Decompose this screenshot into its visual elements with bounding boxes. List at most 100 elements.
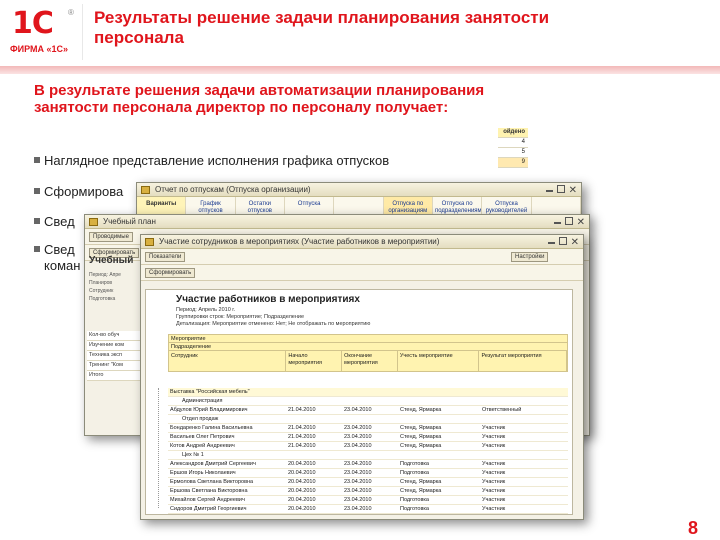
table-cell: 21.04.2010 (288, 434, 316, 440)
table-cell: Подготовка (400, 470, 429, 476)
bullet-item: Свед (34, 214, 75, 229)
maximize-icon[interactable] (559, 237, 567, 245)
window-titlebar[interactable]: Отчет по отпускам (Отпуска организации) … (137, 183, 581, 197)
header-cell-department: Подразделение (168, 342, 568, 350)
table-body: Выставка "Российская мебель" Администраци… (168, 388, 568, 515)
table-cell: Стенд, Ярмарка (400, 479, 442, 485)
table-cell: 23.04.2010 (344, 479, 372, 485)
window-icon (89, 218, 98, 226)
table-cell: Кол-во обуч (87, 331, 145, 341)
table-cell (342, 397, 398, 405)
close-icon[interactable]: ✕ (571, 236, 579, 249)
table-cell: Подготовка (400, 461, 429, 467)
table-cell: Бондаренко Галина Васильевна (170, 425, 253, 431)
completed-column: ойдено 4 5 9 (498, 128, 528, 168)
column-header: Результат мероприятия (479, 351, 568, 371)
conducted-button[interactable]: Проводимые (89, 232, 133, 242)
table-cell: Участник (482, 506, 506, 512)
table-cell: Ершов Игорь Николаевич (170, 470, 236, 476)
table-row[interactable]: Михайлов Сергей Андреевич 20.04.2010 23.04… (168, 496, 568, 505)
table-cell: Абдулов Юрий Владимирович (170, 407, 248, 413)
table-row[interactable]: Ершова Светлана Викторовна 20.04.2010 23.0… (168, 487, 568, 496)
table-row[interactable]: Абдулов Юрий Владимирович 21.04.2010 23.04… (168, 406, 568, 415)
table-header: Мероприятие Подразделение Сотрудник Нача… (168, 334, 568, 372)
table-cell: Стенд, Ярмарка (400, 443, 442, 449)
table-cell: Сидоров Дмитрий Георгиевич (170, 506, 247, 512)
group-row[interactable]: Цех № 1 (168, 451, 568, 460)
table-cell: 20.04.2010 (288, 470, 316, 476)
group-row[interactable]: Отдел продаж (168, 415, 568, 424)
table-cell (342, 415, 398, 423)
table-cell: Участник (482, 479, 506, 485)
settings-button[interactable]: Настройки (511, 252, 549, 262)
table-cell: Подготовка (400, 506, 429, 512)
window-toolbar: Показатели Настройки (141, 249, 583, 265)
table-cell (398, 397, 480, 405)
table-cell: Ершова Светлана Викторовна (170, 488, 248, 494)
table-row[interactable]: Бондаренко Галина Васильевна 21.04.2010 23… (168, 424, 568, 433)
close-icon[interactable]: ✕ (569, 184, 577, 197)
indicators-dropdown[interactable]: Показатели (145, 252, 186, 262)
window-titlebar[interactable]: Учебный план ✕ (85, 215, 589, 229)
minimize-icon[interactable] (554, 222, 561, 224)
training-row-labels: Кол-во обуч Изучение ком Техника эксп Тр… (87, 331, 145, 381)
window-title: Учебный план (103, 217, 156, 226)
bullet-marker (34, 217, 40, 224)
bullet-text: Свед (44, 242, 75, 257)
table-row[interactable]: Васильев Олег Петрович 21.04.2010 23.04.20… (168, 433, 568, 442)
table-cell (286, 388, 342, 396)
close-icon[interactable]: ✕ (577, 216, 585, 229)
maximize-icon[interactable] (557, 185, 565, 193)
table-cell (342, 388, 398, 396)
table-cell: 23.04.2010 (344, 497, 372, 503)
training-params: Период: Апре Планиров Сотрудник Подготов… (89, 271, 121, 303)
intro-text: В результате решения задачи автоматизаци… (34, 82, 485, 116)
participation-report-window[interactable]: Участие сотрудников в мероприятиях (Учас… (140, 234, 584, 520)
column-header: Сотрудник (169, 351, 287, 371)
table-row[interactable]: Семенов Павел Сергеевич20.04.201023.04.2… (168, 514, 568, 515)
table-cell: Котов Андрей Андреевич (170, 443, 235, 449)
table-cell: 20.04.2010 (288, 488, 316, 494)
param-line: Планиров (89, 280, 113, 286)
bullet-item: Свед (34, 242, 75, 257)
param-line: Подготовка (89, 296, 116, 302)
minimize-icon[interactable] (546, 190, 553, 192)
minimize-icon[interactable] (548, 242, 555, 244)
table-row[interactable]: Ершов Игорь Николаевич 20.04.2010 23.04.20… (168, 469, 568, 478)
table-cell (398, 415, 480, 423)
group-row[interactable]: Администрация (168, 397, 568, 406)
table-row[interactable]: Котов Андрей Андреевич 21.04.2010 23.04.20… (168, 442, 568, 451)
group-row[interactable]: Выставка "Российская мебель" (168, 388, 568, 397)
column-header: Учесть мероприятие (398, 351, 480, 371)
generate-button[interactable]: Сформировать (145, 268, 196, 278)
table-cell: Отдел продаж (182, 416, 219, 422)
table-cell: Подготовка (398, 514, 480, 515)
table-cell: Ермолова Светлана Викторовна (170, 479, 254, 485)
window-title: Участие сотрудников в мероприятиях (Учас… (159, 237, 440, 246)
table-cell: Участник (480, 514, 568, 515)
table-cell: Техника эксп (87, 351, 145, 361)
param-line: Сотрудник (89, 288, 114, 294)
table-cell: Александров Дмитрий Сергеевич (170, 461, 256, 467)
table-cell: Стенд, Ярмарка (400, 407, 442, 413)
header-divider (82, 4, 83, 60)
bullet-text: Свед (44, 214, 75, 229)
table-cell: Итого (87, 371, 145, 381)
window-toolbar-2: Сформировать (141, 265, 583, 281)
report-sheet[interactable]: Участие работников в мероприятиях Период… (145, 289, 573, 515)
table-row[interactable]: Сидоров Дмитрий Георгиевич 20.04.2010 23.0… (168, 505, 568, 514)
table-cell: Участник (482, 488, 506, 494)
column-header: ойдено (498, 128, 528, 138)
table-row[interactable]: Александров Дмитрий Сергеевич 20.04.2010 2… (168, 460, 568, 469)
table-cell: 23.04.2010 (344, 443, 372, 449)
maximize-icon[interactable] (565, 217, 573, 225)
table-cell: 23.04.2010 (344, 470, 372, 476)
table-cell: 4 (498, 138, 528, 148)
header-band (0, 66, 720, 74)
bullet-text: Наглядное представление исполнения графи… (44, 153, 390, 168)
window-titlebar[interactable]: Участие сотрудников в мероприятиях (Учас… (141, 235, 583, 249)
table-cell: Участник (482, 434, 506, 440)
page-number: 8 (688, 518, 699, 538)
table-cell: 23.04.2010 (344, 488, 372, 494)
table-row[interactable]: Ермолова Светлана Викторовна 20.04.2010 23… (168, 478, 568, 487)
